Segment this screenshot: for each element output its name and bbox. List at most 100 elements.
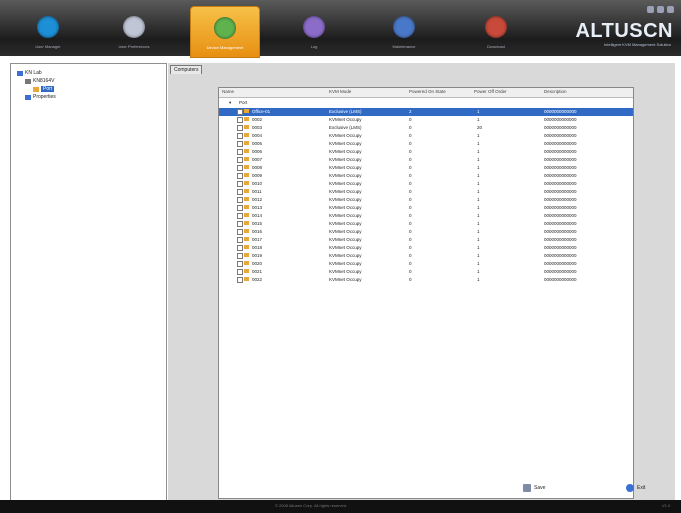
table-row[interactable]: 0006 KVMnet Occupy 0 1 0000000000000 xyxy=(219,148,633,156)
computer-icon xyxy=(244,181,249,185)
cell-desc: 0000000000000 xyxy=(544,141,577,146)
table-row[interactable]: 0008 KVMnet Occupy 0 1 0000000000000 xyxy=(219,164,633,172)
col-name[interactable]: Name xyxy=(222,89,234,94)
cell-order: 1 xyxy=(477,221,480,226)
close-icon[interactable] xyxy=(667,6,674,13)
table-row[interactable]: 0007 KVMnet Occupy 0 1 0000000000000 xyxy=(219,156,633,164)
cell-state: 0 xyxy=(409,141,412,146)
cell-state: 0 xyxy=(409,165,412,170)
cell-desc: 0000000000000 xyxy=(544,237,577,242)
col-description[interactable]: Description xyxy=(544,89,567,94)
network-icon xyxy=(17,70,23,76)
row-checkbox[interactable] xyxy=(237,149,243,155)
cell-state: 0 xyxy=(409,125,412,130)
cell-desc: 0000000000000 xyxy=(544,109,577,114)
tree-node-device[interactable]: KN8164V xyxy=(25,78,54,84)
row-checkbox[interactable] xyxy=(237,109,243,115)
expand-icon[interactable]: ▾ xyxy=(229,100,231,106)
top-tab-2[interactable]: User Preferences xyxy=(100,6,168,56)
exit-button[interactable]: Exit xyxy=(626,484,645,492)
row-checkbox[interactable] xyxy=(237,253,243,259)
row-checkbox[interactable] xyxy=(237,189,243,195)
tab-4-icon xyxy=(303,16,325,38)
table-row[interactable]: 0004 KVMnet Occupy 0 1 0000000000000 xyxy=(219,132,633,140)
table-row[interactable]: 0013 KVMnet Occupy 0 1 0000000000000 xyxy=(219,204,633,212)
table-row[interactable]: 0011 KVMnet Occupy 0 1 0000000000000 xyxy=(219,188,633,196)
row-checkbox[interactable] xyxy=(237,213,243,219)
row-checkbox[interactable] xyxy=(237,141,243,147)
computer-icon xyxy=(244,229,249,233)
cell-order: 1 xyxy=(477,189,480,194)
tab-6-icon xyxy=(485,16,507,38)
table-row[interactable]: Office-01 Exclusive (LMS) 2 1 0000000000000 xyxy=(219,108,633,116)
top-tab-4[interactable]: Log xyxy=(280,6,348,56)
cell-name: 0010 xyxy=(252,181,263,186)
row-checkbox[interactable] xyxy=(237,157,243,163)
tree-node-properties[interactable]: Properties xyxy=(25,94,56,100)
row-checkbox[interactable] xyxy=(237,245,243,251)
cell-name: 0007 xyxy=(252,157,263,162)
col-power-off-order[interactable]: Power Off Order xyxy=(474,89,507,94)
row-checkbox[interactable] xyxy=(237,237,243,243)
row-checkbox[interactable] xyxy=(237,173,243,179)
row-checkbox[interactable] xyxy=(237,133,243,139)
col-powered-state[interactable]: Powered On State xyxy=(409,89,446,94)
row-checkbox[interactable] xyxy=(237,197,243,203)
cell-name: 0006 xyxy=(252,149,263,154)
computers-table: Name KVM Mode Powered On State Power Off… xyxy=(218,87,634,499)
table-row[interactable]: 0014 KVMnet Occupy 0 1 0000000000000 xyxy=(219,212,633,220)
row-checkbox[interactable] xyxy=(237,229,243,235)
row-checkbox[interactable] xyxy=(237,261,243,267)
cell-order: 1 xyxy=(477,277,480,282)
cell-order: 1 xyxy=(477,229,480,234)
table-row[interactable]: 0015 KVMnet Occupy 0 1 0000000000000 xyxy=(219,220,633,228)
table-row[interactable]: 0018 KVMnet Occupy 0 1 0000000000000 xyxy=(219,244,633,252)
cell-state: 0 xyxy=(409,221,412,226)
cell-name: 0016 xyxy=(252,229,263,234)
cell-state: 0 xyxy=(409,245,412,250)
row-checkbox[interactable] xyxy=(237,165,243,171)
tree-node-selected[interactable]: Port xyxy=(33,86,55,92)
top-tab-5[interactable]: Maintenance xyxy=(370,6,438,56)
row-checkbox[interactable] xyxy=(237,277,243,283)
save-button[interactable]: Save xyxy=(523,484,545,492)
top-tab-1[interactable]: User Manager xyxy=(14,6,82,56)
bottom-bar: Save Exit xyxy=(168,470,675,500)
col-kvm-mode[interactable]: KVM Mode xyxy=(329,89,351,94)
table-row[interactable]: 0012 KVMnet Occupy 0 1 0000000000000 xyxy=(219,196,633,204)
cell-desc: 0000000000000 xyxy=(544,133,577,138)
table-row[interactable]: 0009 KVMnet Occupy 0 1 0000000000000 xyxy=(219,172,633,180)
maximize-icon[interactable] xyxy=(657,6,664,13)
row-checkbox[interactable] xyxy=(237,221,243,227)
row-checkbox[interactable] xyxy=(237,181,243,187)
table-row[interactable]: 0003 Exclusive (LMS) 0 20 0000000000000 xyxy=(219,124,633,132)
cell-state: 2 xyxy=(409,109,412,114)
table-row[interactable]: 0016 KVMnet Occupy 0 1 0000000000000 xyxy=(219,228,633,236)
top-tab-6[interactable]: Download xyxy=(462,6,530,56)
table-row[interactable]: 0005 KVMnet Occupy 0 1 0000000000000 xyxy=(219,140,633,148)
minimize-icon[interactable] xyxy=(647,6,654,13)
tab-5-icon xyxy=(393,16,415,38)
table-row[interactable]: 0020 KVMnet Occupy 0 1 0000000000000 xyxy=(219,260,633,268)
tree-node-root[interactable]: KN Lab xyxy=(17,70,42,76)
row-checkbox[interactable] xyxy=(237,117,243,123)
cell-order: 1 xyxy=(477,181,480,186)
row-checkbox[interactable] xyxy=(237,269,243,275)
table-row[interactable]: 0002 KVMnet Occupy 0 1 0000000000000 xyxy=(219,116,633,124)
table-row[interactable]: 0010 KVMnet Occupy 0 1 0000000000000 xyxy=(219,180,633,188)
cell-desc: 0000000000000 xyxy=(544,277,577,282)
cell-desc: 0000000000000 xyxy=(544,157,577,162)
tab-computers[interactable]: Computers xyxy=(170,65,203,74)
row-checkbox[interactable] xyxy=(237,205,243,211)
table-row[interactable]: 0019 KVMnet Occupy 0 1 0000000000000 xyxy=(219,252,633,260)
cell-mode: KVMnet Occupy xyxy=(329,133,362,138)
cell-order: 1 xyxy=(477,253,480,258)
cell-mode: KVMnet Occupy xyxy=(329,221,362,226)
top-tab-3[interactable]: Device Management xyxy=(190,6,260,58)
table-row[interactable]: 0022 KVMnet Occupy 0 1 0000000000000 xyxy=(219,276,633,284)
group-row[interactable]: ▾ Port xyxy=(219,99,633,107)
table-row[interactable]: 0017 KVMnet Occupy 0 1 0000000000000 xyxy=(219,236,633,244)
table-row[interactable]: 0021 KVMnet Occupy 0 1 0000000000000 xyxy=(219,268,633,276)
cell-desc: 0000000000000 xyxy=(544,117,577,122)
row-checkbox[interactable] xyxy=(237,125,243,131)
